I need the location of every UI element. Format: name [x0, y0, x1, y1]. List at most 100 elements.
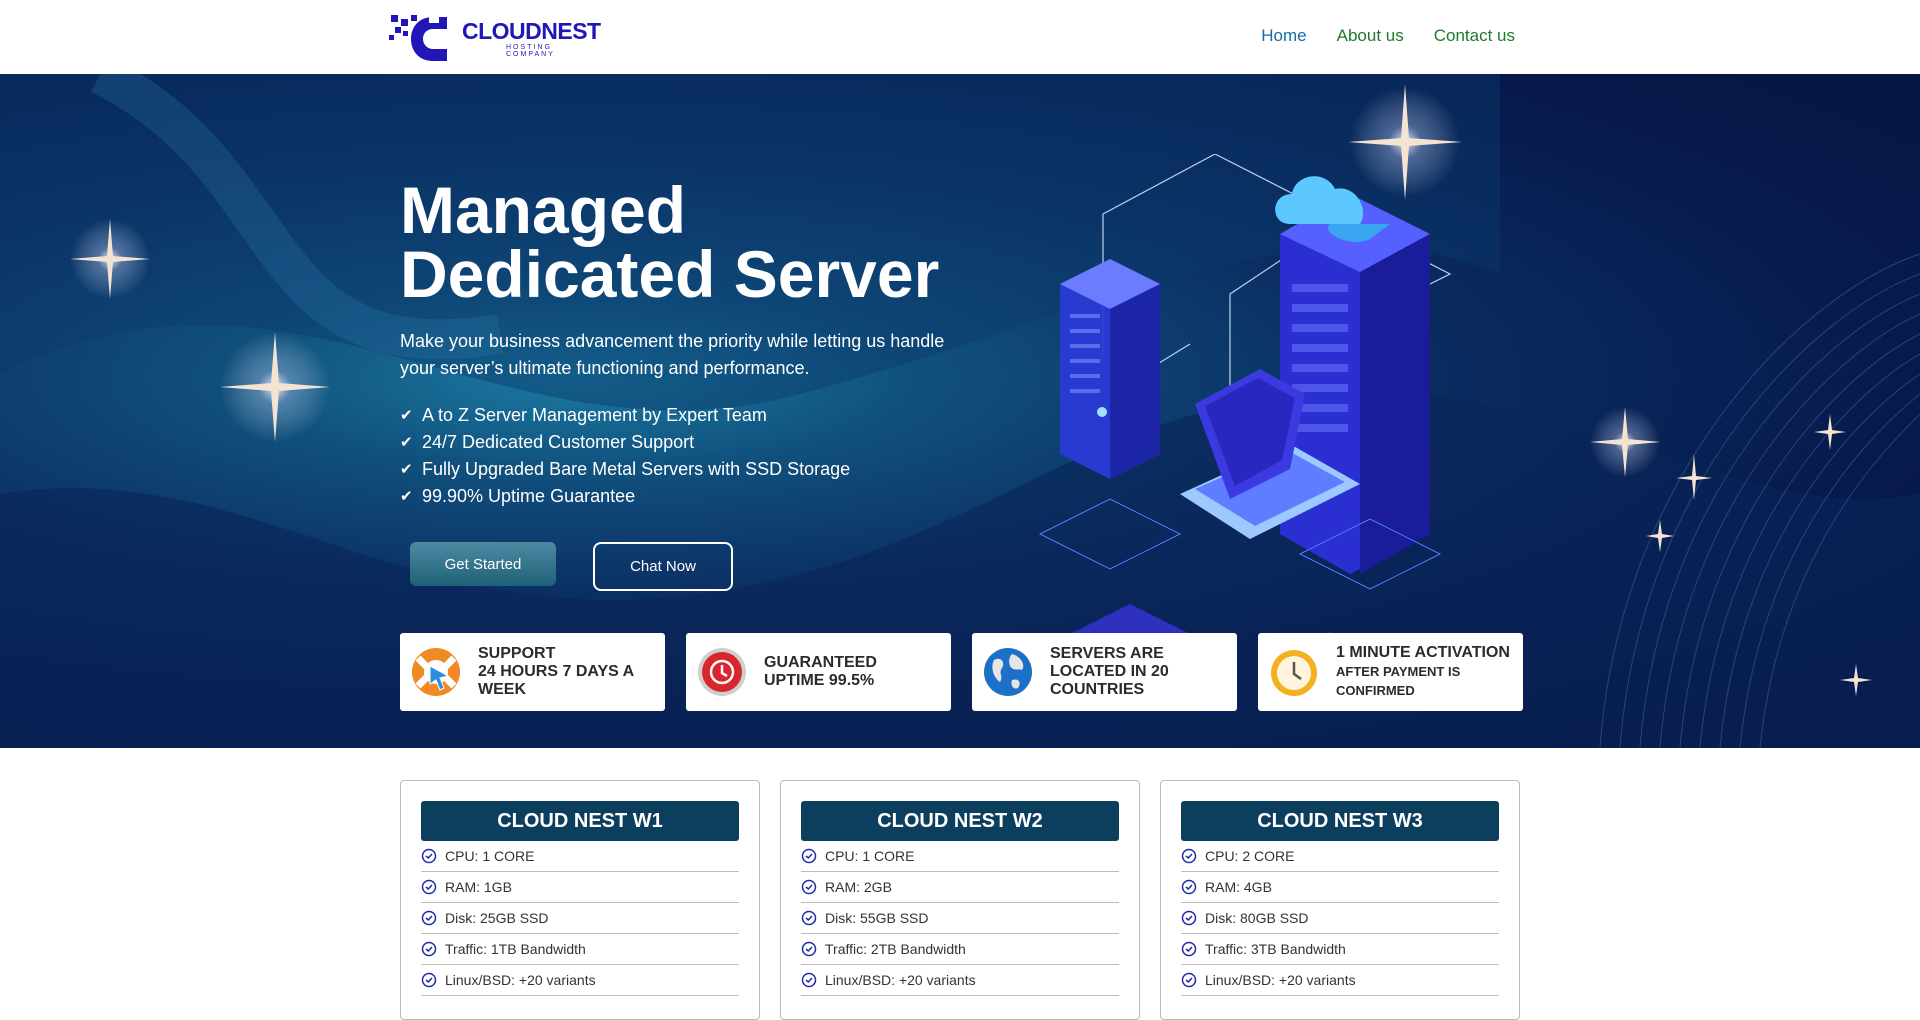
spec-text: Linux/BSD: +20 variants — [825, 972, 976, 988]
hero-title: Managed Dedicated Server — [400, 177, 1000, 307]
check-circle-icon — [421, 941, 437, 957]
card-uptime-line1: GUARANTEED — [764, 654, 877, 671]
spec-row: RAM: 4GB — [1181, 872, 1499, 903]
feature-item: ✔ 99.90% Uptime Guarantee — [400, 483, 850, 510]
check-circle-icon — [421, 879, 437, 895]
check-circle-icon — [801, 941, 817, 957]
feature-item: ✔ A to Z Server Management by Expert Team — [400, 402, 850, 429]
spec-row: RAM: 1GB — [421, 872, 739, 903]
plan-title: CLOUD NEST W1 — [421, 801, 739, 841]
spec-text: Traffic: 2TB Bandwidth — [825, 941, 966, 957]
check-circle-icon — [421, 910, 437, 926]
feature-text: 99.90% Uptime Guarantee — [422, 486, 636, 506]
check-icon: ✔ — [400, 461, 413, 478]
logo-tagline: HOSTING COMPANY — [506, 44, 555, 58]
hero-subtitle: Make your business advancement the prior… — [400, 331, 945, 378]
plan-title: CLOUD NEST W3 — [1181, 801, 1499, 841]
plan-card-w1: CLOUD NEST W1 CPU: 1 CORE RAM: 1GB Disk:… — [400, 780, 760, 1020]
hero-title-line1: Managed — [400, 173, 687, 247]
spec-row: Disk: 80GB SSD — [1181, 903, 1499, 934]
card-uptime-text: GUARANTEED UPTIME 99.5% — [764, 654, 877, 690]
card-servers: SERVERS ARE LOCATED IN 20 COUNTRIES — [972, 633, 1237, 711]
spec-row: RAM: 2GB — [801, 872, 1119, 903]
chat-now-button[interactable]: Chat Now — [593, 542, 733, 591]
spec-text: Disk: 55GB SSD — [825, 910, 929, 926]
spec-text: Traffic: 3TB Bandwidth — [1205, 941, 1346, 957]
spec-row: Linux/BSD: +20 variants — [801, 965, 1119, 996]
spec-text: CPU: 2 CORE — [1205, 848, 1295, 864]
site-header: CLOUDNEST HOSTING COMPANY Home About us … — [0, 0, 1920, 74]
plan-card-w3: CLOUD NEST W3 CPU: 2 CORE RAM: 4GB Disk:… — [1160, 780, 1520, 1020]
nav-about-us[interactable]: About us — [1337, 26, 1404, 46]
spec-text: Disk: 25GB SSD — [445, 910, 549, 926]
feature-text: 24/7 Dedicated Customer Support — [422, 432, 695, 452]
feature-item: ✔ Fully Upgraded Bare Metal Servers with … — [400, 456, 850, 483]
check-icon: ✔ — [400, 488, 413, 505]
spec-text: CPU: 1 CORE — [825, 848, 915, 864]
feature-text: A to Z Server Management by Expert Team — [422, 405, 767, 425]
stopwatch-icon — [1271, 650, 1317, 696]
spec-text: Traffic: 1TB Bandwidth — [445, 941, 586, 957]
logo-mark-icon — [389, 13, 447, 61]
spec-row: CPU: 1 CORE — [801, 841, 1119, 872]
feature-item: ✔ 24/7 Dedicated Customer Support — [400, 429, 850, 456]
spec-row: CPU: 2 CORE — [1181, 841, 1499, 872]
feature-text: Fully Upgraded Bare Metal Servers with S… — [422, 459, 851, 479]
card-support: SUPPORT 24 HOURS 7 DAYS A WEEK — [400, 633, 665, 711]
cloudnest-logo[interactable]: CLOUDNEST HOSTING COMPANY — [389, 13, 601, 61]
globe-icon — [984, 648, 1032, 696]
check-circle-icon — [1181, 910, 1197, 926]
spec-text: CPU: 1 CORE — [445, 848, 535, 864]
card-activation: 1 MINUTE ACTIVATION AFTER PAYMENT IS CON… — [1258, 633, 1523, 711]
feature-list: ✔ A to Z Server Management by Expert Team… — [400, 402, 850, 510]
card-servers-text: SERVERS ARE LOCATED IN 20 COUNTRIES — [1050, 645, 1169, 698]
card-activation-line2: AFTER PAYMENT IS CONFIRMED — [1336, 664, 1461, 698]
logo-name: CLOUDNEST — [462, 18, 601, 44]
check-icon: ✔ — [400, 434, 413, 451]
plans-section: CLOUD NEST W1 CPU: 1 CORE RAM: 1GB Disk:… — [400, 780, 1520, 1020]
spec-row: Traffic: 3TB Bandwidth — [1181, 934, 1499, 965]
check-circle-icon — [1181, 848, 1197, 864]
check-circle-icon — [1181, 941, 1197, 957]
support-lifebuoy-icon — [412, 648, 460, 696]
spec-row: Linux/BSD: +20 variants — [421, 965, 739, 996]
check-circle-icon — [421, 972, 437, 988]
spec-row: Traffic: 2TB Bandwidth — [801, 934, 1119, 965]
card-activation-text: 1 MINUTE ACTIVATION AFTER PAYMENT IS CON… — [1336, 644, 1523, 700]
spec-row: CPU: 1 CORE — [421, 841, 739, 872]
card-uptime: GUARANTEED UPTIME 99.5% — [686, 633, 951, 711]
check-circle-icon — [1181, 972, 1197, 988]
hero-title-line2: Dedicated Server — [400, 237, 940, 311]
spec-row: Disk: 55GB SSD — [801, 903, 1119, 934]
check-icon: ✔ — [400, 407, 413, 424]
card-support-line1: SUPPORT — [478, 645, 556, 662]
spec-row: Linux/BSD: +20 variants — [1181, 965, 1499, 996]
check-circle-icon — [1181, 879, 1197, 895]
check-circle-icon — [801, 848, 817, 864]
card-support-line2: 24 HOURS 7 DAYS A WEEK — [478, 663, 634, 698]
plan-title: CLOUD NEST W2 — [801, 801, 1119, 841]
uptime-clock-icon — [698, 648, 746, 696]
spec-text: Linux/BSD: +20 variants — [1205, 972, 1356, 988]
hero-section: Managed Dedicated Server Make your busin… — [0, 74, 1920, 748]
card-support-text: SUPPORT 24 HOURS 7 DAYS A WEEK — [478, 645, 665, 699]
check-circle-icon — [801, 972, 817, 988]
spec-text: RAM: 2GB — [825, 879, 892, 895]
nav-home[interactable]: Home — [1261, 26, 1306, 46]
spec-row: Disk: 25GB SSD — [421, 903, 739, 934]
check-circle-icon — [421, 848, 437, 864]
nav-contact-us[interactable]: Contact us — [1434, 26, 1515, 46]
get-started-button[interactable]: Get Started — [410, 542, 556, 586]
spec-row: Traffic: 1TB Bandwidth — [421, 934, 739, 965]
check-circle-icon — [801, 879, 817, 895]
card-uptime-line2: UPTIME 99.5% — [764, 672, 875, 689]
main-nav: Home About us Contact us — [1261, 26, 1515, 46]
server-illustration — [1038, 154, 1452, 699]
spec-text: Disk: 80GB SSD — [1205, 910, 1309, 926]
check-circle-icon — [801, 910, 817, 926]
spec-text: RAM: 4GB — [1205, 879, 1272, 895]
card-activation-line1: 1 MINUTE ACTIVATION — [1336, 644, 1510, 661]
plan-card-w2: CLOUD NEST W2 CPU: 1 CORE RAM: 2GB Disk:… — [780, 780, 1140, 1020]
spec-text: Linux/BSD: +20 variants — [445, 972, 596, 988]
feature-cards: SUPPORT 24 HOURS 7 DAYS A WEEK GUARANTEE… — [400, 633, 1523, 711]
